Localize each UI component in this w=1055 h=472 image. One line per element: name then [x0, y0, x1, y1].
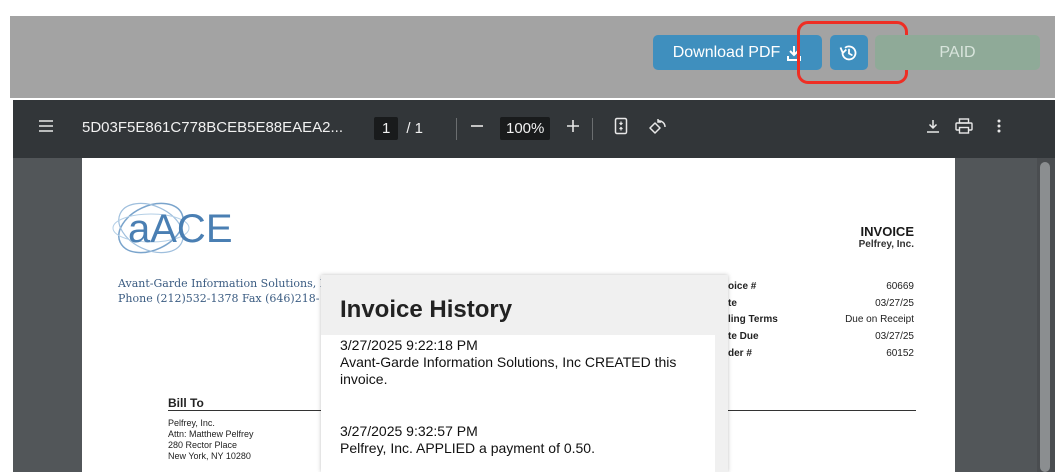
company-name: Avant-Garde Information Solutions, I — [118, 277, 325, 290]
rotate-icon — [649, 119, 666, 134]
download-icon — [927, 120, 939, 133]
dialog-scroll-gutter — [715, 335, 728, 472]
zoom-value: 100% — [500, 117, 551, 140]
invoice-title: INVOICE — [860, 224, 914, 239]
bill-to-rule — [168, 410, 323, 411]
page-total: / 1 — [406, 120, 424, 137]
viewer-download-button[interactable] — [925, 118, 941, 134]
bill-to-line: Pelfrey, Inc. — [168, 418, 215, 428]
bill-to-line: New York, NY 10280 — [168, 451, 251, 461]
zoom-out-button[interactable] — [470, 119, 484, 133]
meta-label: te — [728, 298, 737, 309]
divider — [456, 118, 457, 140]
meta-value: Due on Receipt — [845, 314, 914, 325]
print-button[interactable] — [955, 118, 973, 134]
meta-label: ling Terms — [728, 314, 778, 325]
zoom-level[interactable]: 100% — [500, 117, 551, 140]
bill-to-line: 280 Rector Place — [168, 440, 238, 450]
more-vert-icon — [997, 119, 1001, 133]
company-phone: Phone (212)532-1378 Fax (646)218- — [118, 292, 320, 305]
meta-value: 03/27/25 — [875, 331, 914, 342]
history-text: Pelfrey, Inc. APPLIED a payment of 0.50. — [340, 440, 595, 456]
history-entry: 3/27/2025 9:32:57 PM Pelfrey, Inc. APPLI… — [340, 423, 710, 457]
meta-label: te Due — [728, 331, 759, 342]
page-number-input[interactable]: 1 — [374, 117, 399, 140]
bill-to-label: Bill To — [168, 396, 204, 410]
meta-label: oice # — [728, 281, 757, 292]
paid-label: PAID — [939, 43, 976, 61]
viewer-scrollbar[interactable] — [1040, 162, 1050, 472]
zoom-in-icon — [567, 120, 579, 132]
rotate-button[interactable] — [648, 118, 668, 136]
meta-value: 60152 — [886, 348, 914, 359]
divider — [592, 118, 593, 140]
download-pdf-label: Download PDF — [672, 43, 781, 61]
page-indicator: 1 / 1 — [374, 117, 423, 140]
fit-page-icon — [614, 117, 628, 135]
zoom-in-button[interactable] — [566, 119, 580, 133]
history-timestamp: 3/27/2025 9:22:18 PM — [340, 337, 478, 353]
history-text: Avant-Garde Information Solutions, Inc C… — [340, 354, 677, 387]
menu-icon — [39, 120, 53, 132]
bill-to-line: Attn: Matthew Pelfrey — [168, 429, 254, 439]
zoom-out-icon — [471, 125, 483, 127]
invoice-customer: Pelfrey, Inc. — [858, 239, 914, 250]
bill-to-address: Pelfrey, Inc. Attn: Matthew Pelfrey 280 … — [168, 418, 254, 462]
dialog-title: Invoice History — [340, 296, 513, 323]
paid-button[interactable]: PAID — [875, 35, 1040, 70]
logo-text: aACE — [128, 207, 233, 251]
section-rule — [728, 410, 916, 411]
file-name: 5D03F5E861C778BCEB5E88EAEA2... — [82, 119, 343, 136]
more-options-button[interactable] — [997, 119, 1001, 133]
meta-value: 03/27/25 — [875, 298, 914, 309]
company-logo: aACE — [106, 190, 246, 275]
history-timestamp: 3/27/2025 9:32:57 PM — [340, 423, 478, 439]
meta-label: der # — [728, 348, 752, 359]
meta-value: 60669 — [886, 281, 914, 292]
history-entry: 3/27/2025 9:22:18 PM Avant-Garde Informa… — [340, 337, 710, 388]
print-icon — [955, 118, 973, 134]
fit-page-button[interactable] — [614, 117, 628, 135]
menu-button[interactable] — [38, 119, 54, 133]
